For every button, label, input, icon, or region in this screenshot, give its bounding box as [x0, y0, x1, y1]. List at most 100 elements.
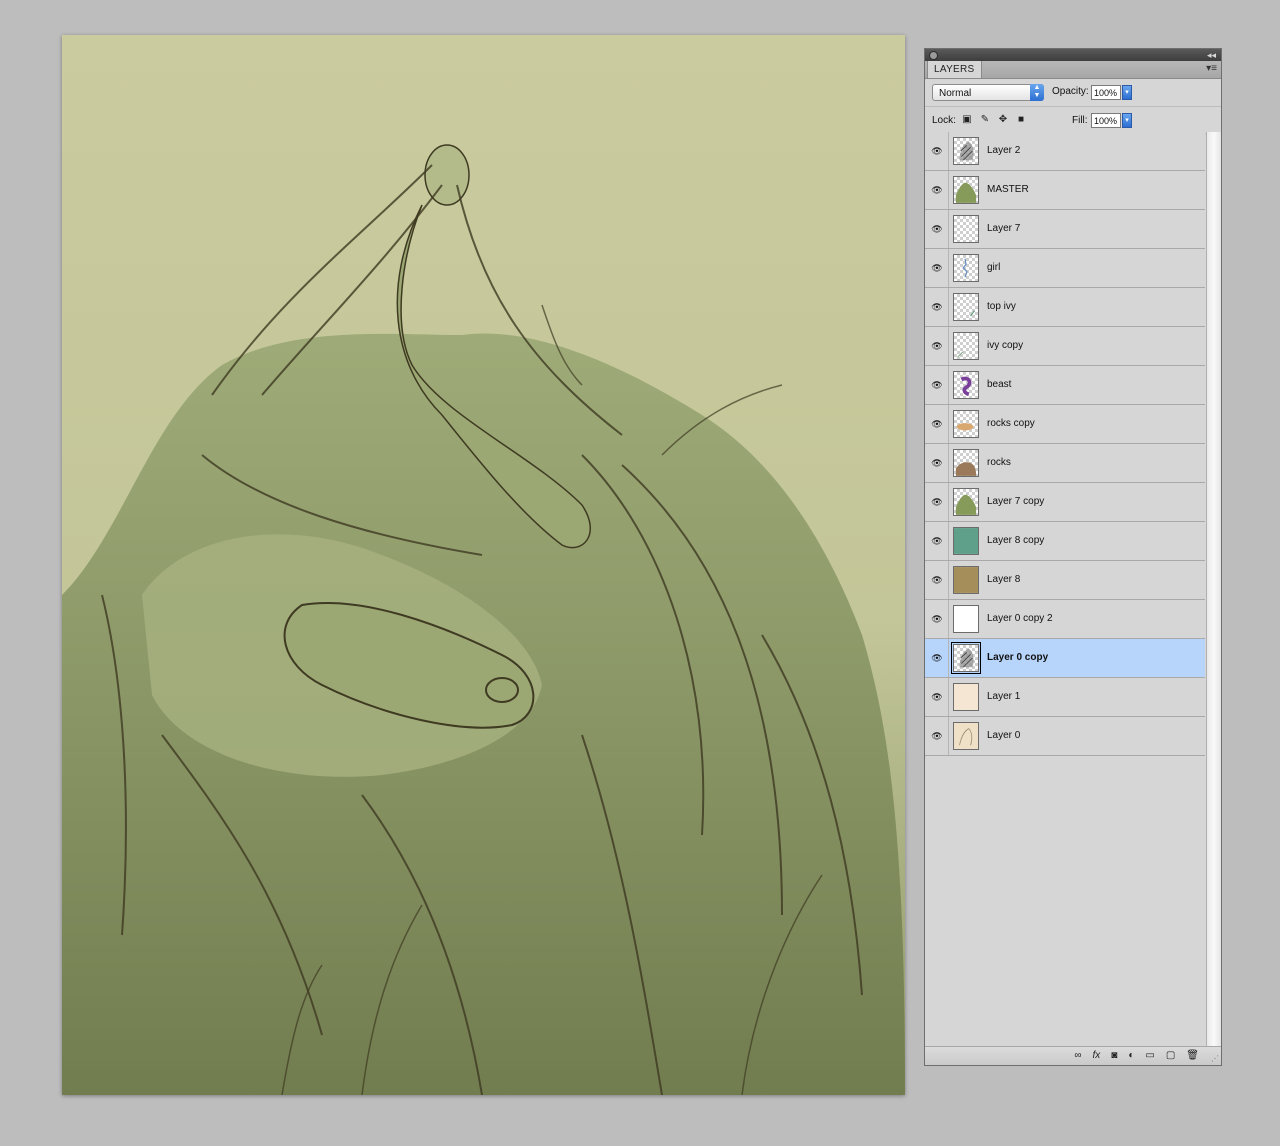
eye-visibility-icon[interactable]: 👁	[929, 260, 945, 276]
resize-grip-icon[interactable]: ⋰	[1211, 1054, 1219, 1063]
layer-row[interactable]: 👁 Layer 7 copy	[925, 483, 1205, 522]
panel-titlebar[interactable]: ◂◂	[925, 49, 1221, 61]
layers-panel: ◂◂ LAYERS ▾≡ Normal ▲ ▼ Opacity: 100% ▾ L…	[924, 48, 1222, 1066]
layer-name[interactable]: Layer 0 copy	[987, 639, 1048, 677]
layer-mask-icon[interactable]: ◙	[1111, 1049, 1117, 1062]
lock-row: Lock: ▣ ✎ ✥ ■ Fill: 100% ▾	[925, 107, 1221, 135]
adjustment-layer-icon[interactable]: ◐	[1128, 1049, 1134, 1062]
panel-close-icon[interactable]	[929, 51, 938, 60]
column-divider	[948, 717, 949, 755]
transparency-lock-icon[interactable]: ▣	[961, 114, 973, 126]
opacity-dropdown-icon[interactable]: ▾	[1122, 85, 1132, 100]
eye-visibility-icon[interactable]: 👁	[929, 455, 945, 471]
layers-scrollbar[interactable]	[1206, 132, 1221, 1046]
layer-thumbnail[interactable]	[953, 410, 979, 438]
eye-visibility-icon[interactable]: 👁	[929, 299, 945, 315]
blend-mode-select[interactable]: Normal ▲ ▼	[932, 84, 1044, 101]
layer-name[interactable]: Layer 8	[987, 561, 1020, 599]
layer-name[interactable]: rocks copy	[987, 405, 1035, 443]
layer-row[interactable]: 👁 Layer 0 copy	[925, 639, 1205, 678]
layer-thumbnail[interactable]	[953, 722, 979, 750]
layer-name[interactable]: Layer 8 copy	[987, 522, 1044, 560]
layer-thumbnail[interactable]	[953, 371, 979, 399]
layer-row[interactable]: 👁 Layer 8 copy	[925, 522, 1205, 561]
layer-list: 👁 Layer 2 👁 MASTER 👁 Layer 7 👁 girl 👁 top ivy 👁 ivy…	[925, 132, 1205, 1046]
layer-name[interactable]: Layer 7	[987, 210, 1020, 248]
layer-name[interactable]: Layer 0	[987, 717, 1020, 755]
layer-row[interactable]: 👁 beast	[925, 366, 1205, 405]
trash-icon[interactable]: 🗑	[1186, 1049, 1199, 1062]
layer-thumbnail[interactable]	[953, 215, 979, 243]
layer-row[interactable]: 👁 rocks copy	[925, 405, 1205, 444]
layer-thumbnail[interactable]	[953, 449, 979, 477]
eye-visibility-icon[interactable]: 👁	[929, 533, 945, 549]
eye-visibility-icon[interactable]: 👁	[929, 689, 945, 705]
eye-visibility-icon[interactable]: 👁	[929, 377, 945, 393]
layer-row[interactable]: 👁 MASTER	[925, 171, 1205, 210]
layer-name[interactable]: top ivy	[987, 288, 1016, 326]
layer-row[interactable]: 👁 ivy copy	[925, 327, 1205, 366]
fx-icon[interactable]: fx	[1093, 1049, 1101, 1062]
layer-thumbnail[interactable]	[953, 527, 979, 555]
layer-name[interactable]: MASTER	[987, 171, 1029, 209]
layer-thumbnail[interactable]	[953, 488, 979, 516]
layer-thumbnail[interactable]	[951, 642, 981, 674]
layer-name[interactable]: Layer 0 copy 2	[987, 600, 1053, 638]
link-layers-icon[interactable]: ∞	[1074, 1049, 1081, 1062]
layer-row[interactable]: 👁 Layer 8	[925, 561, 1205, 600]
move-lock-icon[interactable]: ✥	[997, 114, 1009, 126]
document-canvas[interactable]	[62, 35, 905, 1095]
layer-row[interactable]: 👁 girl	[925, 249, 1205, 288]
eye-visibility-icon[interactable]: 👁	[929, 143, 945, 159]
eye-visibility-icon[interactable]: 👁	[929, 611, 945, 627]
layer-name[interactable]: Layer 2	[987, 132, 1020, 170]
layer-thumbnail[interactable]	[953, 176, 979, 204]
layer-row[interactable]: 👁 rocks	[925, 444, 1205, 483]
column-divider	[948, 678, 949, 716]
eye-visibility-icon[interactable]: 👁	[929, 221, 945, 237]
panel-collapse-icon[interactable]: ◂◂	[1207, 49, 1216, 61]
new-layer-icon[interactable]: ▢	[1166, 1049, 1175, 1062]
eye-visibility-icon[interactable]: 👁	[929, 494, 945, 510]
layer-thumbnail[interactable]	[953, 332, 979, 360]
column-divider	[948, 522, 949, 560]
layer-name[interactable]: ivy copy	[987, 327, 1023, 365]
layer-thumbnail[interactable]	[953, 566, 979, 594]
fill-label: Fill:	[1072, 115, 1088, 126]
panel-menu-icon[interactable]: ▾≡	[1206, 63, 1217, 74]
opacity-input[interactable]: 100%	[1091, 85, 1121, 100]
layer-thumbnail[interactable]	[953, 605, 979, 633]
layer-row[interactable]: 👁 Layer 0 copy 2	[925, 600, 1205, 639]
layer-thumbnail[interactable]	[953, 137, 979, 165]
brush-lock-icon[interactable]: ✎	[979, 114, 991, 126]
column-divider	[948, 444, 949, 482]
layer-thumbnail[interactable]	[953, 254, 979, 282]
fill-input[interactable]: 100%	[1091, 113, 1121, 128]
layer-name[interactable]: girl	[987, 249, 1000, 287]
new-group-icon[interactable]: ▭	[1145, 1049, 1154, 1062]
layer-thumbnail[interactable]	[953, 683, 979, 711]
tab-layers[interactable]: LAYERS	[927, 61, 982, 78]
layer-row[interactable]: 👁 Layer 0	[925, 717, 1205, 756]
layer-row[interactable]: 👁 Layer 2	[925, 132, 1205, 171]
eye-visibility-icon[interactable]: 👁	[929, 338, 945, 354]
layer-name[interactable]: Layer 1	[987, 678, 1020, 716]
eye-visibility-icon[interactable]: 👁	[929, 416, 945, 432]
fill-dropdown-icon[interactable]: ▾	[1122, 113, 1132, 128]
layer-row[interactable]: 👁 Layer 1	[925, 678, 1205, 717]
column-divider	[948, 210, 949, 248]
eye-visibility-icon[interactable]: 👁	[929, 728, 945, 744]
panel-bottom-bar: ∞ fx ◙ ◐ ▭ ▢ 🗑 ⋰	[925, 1046, 1221, 1065]
layer-row[interactable]: 👁 Layer 7	[925, 210, 1205, 249]
layer-row[interactable]: 👁 top ivy	[925, 288, 1205, 327]
updown-arrows-icon: ▲ ▼	[1030, 84, 1044, 101]
layer-name[interactable]: beast	[987, 366, 1011, 404]
eye-visibility-icon[interactable]: 👁	[929, 650, 945, 666]
padlock-icon[interactable]: ■	[1015, 114, 1027, 126]
layer-thumbnail[interactable]	[953, 293, 979, 321]
layer-name[interactable]: Layer 7 copy	[987, 483, 1044, 521]
eye-visibility-icon[interactable]: 👁	[929, 182, 945, 198]
column-divider	[948, 366, 949, 404]
eye-visibility-icon[interactable]: 👁	[929, 572, 945, 588]
layer-name[interactable]: rocks	[987, 444, 1011, 482]
